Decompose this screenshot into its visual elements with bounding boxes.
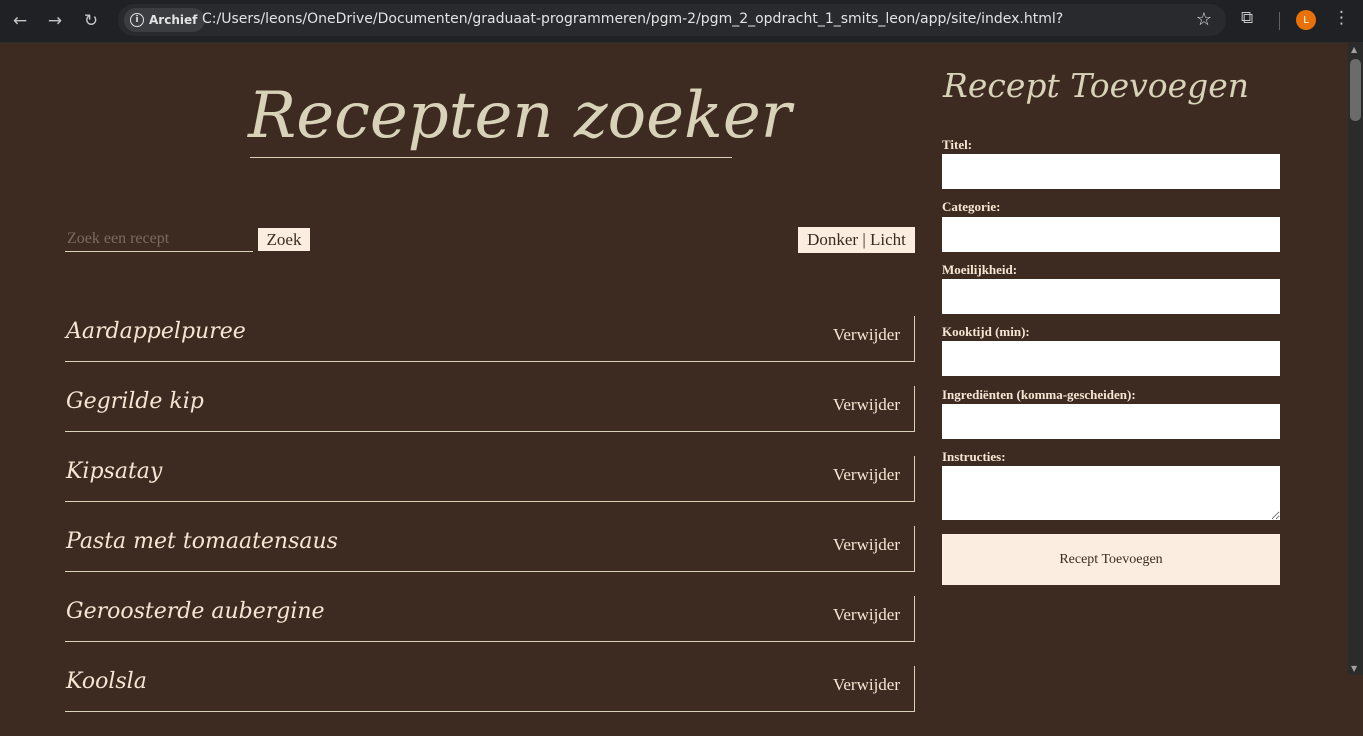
recipe-item[interactable]: Koolsla Verwijder bbox=[65, 666, 915, 712]
search-button[interactable]: Zoek bbox=[258, 228, 310, 251]
title-input[interactable] bbox=[942, 154, 1280, 189]
add-recipe-button[interactable]: Recept Toevoegen bbox=[942, 534, 1280, 585]
back-icon[interactable]: ← bbox=[7, 8, 33, 34]
info-icon: i bbox=[130, 13, 144, 27]
menu-icon[interactable]: ⋮ bbox=[1333, 8, 1350, 28]
site-title: Recepten zoeker bbox=[248, 79, 792, 153]
recipe-name[interactable]: Aardappelpuree bbox=[66, 319, 246, 344]
recipe-name[interactable]: Koolsla bbox=[66, 669, 147, 694]
delete-button[interactable]: Verwijder bbox=[833, 675, 900, 695]
address-bar[interactable]: i Archief C:/Users/leons/OneDrive/Docume… bbox=[118, 4, 1226, 36]
ingredients-input[interactable] bbox=[942, 404, 1280, 439]
star-icon[interactable]: ☆ bbox=[1196, 9, 1212, 30]
url-text[interactable]: C:/Users/leons/OneDrive/Documenten/gradu… bbox=[202, 11, 1063, 27]
delete-button[interactable]: Verwijder bbox=[833, 395, 900, 415]
delete-button[interactable]: Verwijder bbox=[833, 535, 900, 555]
recipe-item[interactable]: Pasta met tomaatensaus Verwijder bbox=[65, 526, 915, 572]
recipe-name[interactable]: Kipsatay bbox=[66, 459, 162, 484]
recipe-name[interactable]: Geroosterde aubergine bbox=[66, 599, 325, 624]
title-underline bbox=[250, 157, 732, 158]
difficulty-input[interactable] bbox=[942, 279, 1280, 314]
delete-button[interactable]: Verwijder bbox=[833, 605, 900, 625]
extensions-icon[interactable]: ⧉ bbox=[1241, 8, 1253, 28]
delete-button[interactable]: Verwijder bbox=[833, 465, 900, 485]
forward-icon[interactable]: → bbox=[42, 8, 68, 34]
profile-avatar[interactable]: L bbox=[1296, 10, 1316, 30]
reload-icon[interactable]: ↻ bbox=[78, 8, 104, 34]
recipe-item[interactable]: Gegrilde kip Verwijder bbox=[65, 386, 915, 432]
delete-button[interactable]: Verwijder bbox=[833, 325, 900, 345]
instructions-label: Instructies: bbox=[942, 449, 1006, 464]
recipe-item[interactable]: Kipsatay Verwijder bbox=[65, 456, 915, 502]
recipe-item[interactable]: Aardappelpuree Verwijder bbox=[65, 316, 915, 362]
recipe-item[interactable]: Geroosterde aubergine Verwijder bbox=[65, 596, 915, 642]
scroll-up-icon[interactable]: ▲ bbox=[1351, 45, 1357, 54]
recipe-list: Aardappelpuree Verwijder Gegrilde kip Ve… bbox=[65, 316, 915, 736]
title-label: Titel: bbox=[942, 137, 973, 152]
category-label: Categorie: bbox=[942, 199, 1001, 214]
instructions-textarea[interactable] bbox=[942, 466, 1280, 520]
theme-toggle-button[interactable]: Donker | Licht bbox=[798, 227, 915, 253]
recipe-name[interactable]: Gegrilde kip bbox=[66, 389, 204, 414]
site-info-chip[interactable]: i Archief bbox=[124, 8, 206, 32]
ingredients-label: Ingrediënten (komma-gescheiden): bbox=[942, 387, 1136, 402]
search-input[interactable] bbox=[65, 227, 253, 252]
toolbar-divider bbox=[1279, 12, 1280, 30]
form-title: Recept Toevoegen bbox=[943, 66, 1250, 105]
site-info-label: Archief bbox=[149, 13, 198, 27]
browser-toolbar: ← → ↻ i Archief C:/Users/leons/OneDrive/… bbox=[0, 0, 1363, 43]
scroll-down-icon[interactable]: ▼ bbox=[1351, 664, 1357, 673]
category-input[interactable] bbox=[942, 217, 1280, 252]
difficulty-label: Moeilijkheid: bbox=[942, 262, 1018, 277]
cooking-time-input[interactable] bbox=[942, 341, 1280, 376]
page-scrollbar[interactable]: ▲ ▼ bbox=[1348, 43, 1363, 675]
recipe-name[interactable]: Pasta met tomaatensaus bbox=[66, 529, 338, 554]
cooking-time-label: Kooktijd (min): bbox=[942, 324, 1030, 339]
scroll-thumb[interactable] bbox=[1350, 59, 1361, 121]
